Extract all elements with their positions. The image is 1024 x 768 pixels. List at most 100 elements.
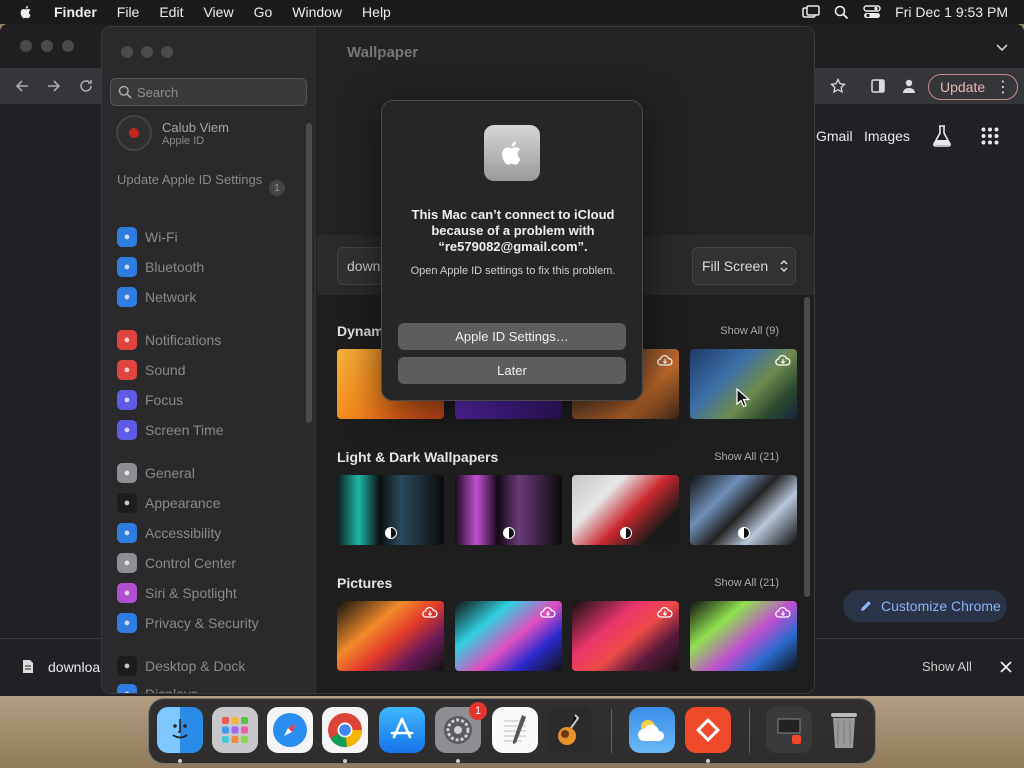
menu-view[interactable]: View <box>203 4 233 20</box>
download-cloud-icon <box>657 606 673 618</box>
spotlight-search-icon[interactable] <box>834 5 849 20</box>
sidebar-item-desktop-dock[interactable]: ● Desktop & Dock <box>117 655 245 677</box>
dock-safari-icon[interactable] <box>267 707 313 753</box>
screen-mirroring-icon[interactable] <box>802 5 820 19</box>
menu-app-name[interactable]: Finder <box>54 4 97 20</box>
moon-icon: ● <box>117 390 137 410</box>
dock-launchpad-icon[interactable] <box>212 707 258 753</box>
customize-chrome-button[interactable]: Customize Chrome <box>843 590 1007 622</box>
settings-minimize-button[interactable] <box>141 46 153 58</box>
chrome-minimize-button[interactable] <box>41 40 53 52</box>
settings-zoom-button[interactable] <box>161 46 173 58</box>
sidebar-item-wi-fi[interactable]: ● Wi-Fi <box>117 226 178 248</box>
sidebar-item-siri-spotlight[interactable]: ● Siri & Spotlight <box>117 582 237 604</box>
wifi-icon: ● <box>117 227 137 247</box>
dock-downloads-stack-icon[interactable] <box>766 707 812 753</box>
sidebar-item-general[interactable]: ● General <box>117 462 195 484</box>
tab-search-chevron-icon[interactable] <box>996 44 1008 52</box>
menu-go[interactable]: Go <box>254 4 273 20</box>
wallpaper-thumb-silver[interactable] <box>690 475 797 545</box>
dock-chrome-icon[interactable] <box>322 707 368 753</box>
menu-clock[interactable]: Fri Dec 1 9:53 PM <box>895 4 1008 20</box>
fit-option-label: Fill Screen <box>702 258 769 274</box>
apple-id-profile[interactable]: Calub Viem Apple ID <box>116 115 229 151</box>
wallpaper-thumb-pic-cyan[interactable] <box>455 601 562 671</box>
sidebar-item-label: General <box>145 465 195 481</box>
search-placeholder: Search <box>137 84 179 100</box>
profile-name: Calub Viem <box>162 119 229 135</box>
wallpaper-thumb-catalina[interactable] <box>690 349 797 419</box>
wallpaper-thumb-red[interactable] <box>572 475 679 545</box>
sidebar-item-control-center[interactable]: ● Control Center <box>117 552 236 574</box>
gmail-link[interactable]: Gmail <box>816 128 853 144</box>
settings-search-input[interactable]: Search <box>110 78 307 106</box>
menu-help[interactable]: Help <box>362 4 391 20</box>
show-all-pictures[interactable]: Show All (21) <box>714 577 779 589</box>
sidebar-item-screen-time[interactable]: ● Screen Time <box>117 419 224 441</box>
show-all-dynamic[interactable]: Show All (9) <box>720 325 779 337</box>
dock-garageband-icon[interactable] <box>547 707 593 753</box>
sidebar-scrollbar[interactable] <box>306 123 312 423</box>
side-panel-icon[interactable] <box>870 78 886 94</box>
section-title-dynamic: Dynami <box>337 323 388 339</box>
apple-menu-icon[interactable] <box>18 4 34 20</box>
reload-icon[interactable] <box>78 78 94 94</box>
customize-label: Customize Chrome <box>881 598 1001 614</box>
sidebar-item-bluetooth[interactable]: ● Bluetooth <box>117 256 204 278</box>
wallpaper-thumb-pic-pink[interactable] <box>572 601 679 671</box>
labs-flask-icon[interactable] <box>932 125 952 147</box>
update-apple-id-settings-item[interactable]: Update Apple ID Settings <box>117 172 267 188</box>
control-center-icon[interactable] <box>863 5 881 19</box>
sidebar-item-notifications[interactable]: ● Notifications <box>117 329 221 351</box>
wallpaper-thumb-pic-orange[interactable] <box>337 601 444 671</box>
wallpaper-thumb-magenta[interactable] <box>455 475 562 545</box>
dock-anydesk-icon[interactable] <box>685 707 731 753</box>
later-button[interactable]: Later <box>398 357 626 384</box>
sidebar-item-label: Desktop & Dock <box>145 658 246 674</box>
back-arrow-icon[interactable] <box>14 78 30 94</box>
dock-weather-icon[interactable] <box>629 707 675 753</box>
menu-window[interactable]: Window <box>292 4 342 20</box>
apple-id-settings-button[interactable]: Apple ID Settings… <box>398 323 626 350</box>
show-all-light-dark[interactable]: Show All (21) <box>714 451 779 463</box>
light-dark-icon <box>385 527 397 539</box>
downloads-show-all[interactable]: Show All <box>922 659 972 674</box>
profile-icon[interactable] <box>901 78 917 94</box>
menu-edit[interactable]: Edit <box>159 4 183 20</box>
dock-textedit-icon[interactable] <box>492 707 538 753</box>
bluetooth-icon: ● <box>117 257 137 277</box>
dock-app-store-icon[interactable] <box>379 707 425 753</box>
chrome-zoom-button[interactable] <box>62 40 74 52</box>
chrome-close-button[interactable] <box>20 40 32 52</box>
images-link[interactable]: Images <box>864 128 910 144</box>
wallpaper-thumb-teal[interactable] <box>337 475 444 545</box>
fit-screen-select[interactable]: Fill Screen <box>692 247 796 285</box>
profile-sub: Apple ID <box>162 134 205 147</box>
sidebar-item-label: Appearance <box>145 495 221 511</box>
sidebar-item-focus[interactable]: ● Focus <box>117 389 183 411</box>
chrome-menu-icon[interactable]: ⋮ <box>995 77 1011 97</box>
wallpaper-thumb-pic-green[interactable] <box>690 601 797 671</box>
sidebar-item-label: Bluetooth <box>145 259 205 275</box>
sidebar-item-privacy-security[interactable]: ● Privacy & Security <box>117 612 259 634</box>
icloud-alert-dialog: This Mac can’t connect to iCloud because… <box>381 100 643 401</box>
sidebar-item-sound[interactable]: ● Sound <box>117 359 185 381</box>
dock-finder-icon[interactable] <box>157 707 203 753</box>
sidebar-item-displays[interactable]: ● Displays <box>117 683 198 693</box>
sidebar-item-accessibility[interactable]: ● Accessibility <box>117 522 221 544</box>
chrome-update-button[interactable]: Update ⋮ <box>928 74 1018 100</box>
appearance-icon: ● <box>117 493 137 513</box>
dock-trash-icon[interactable] <box>821 707 867 753</box>
download-item-name[interactable]: downloa <box>48 659 100 675</box>
menu-file[interactable]: File <box>117 4 140 20</box>
google-apps-grid-icon[interactable] <box>981 127 999 145</box>
downloads-close-icon[interactable] <box>1000 661 1012 673</box>
bookmark-star-icon[interactable] <box>830 78 846 94</box>
forward-arrow-icon[interactable] <box>46 78 62 94</box>
sidebar-item-network[interactable]: ● Network <box>117 286 196 308</box>
stepper-chevron-icon <box>780 259 788 273</box>
settings-close-button[interactable] <box>121 46 133 58</box>
sidebar-item-appearance[interactable]: ● Appearance <box>117 492 221 514</box>
pane-scrollbar[interactable] <box>804 297 810 597</box>
dock-icon: ● <box>117 656 137 676</box>
